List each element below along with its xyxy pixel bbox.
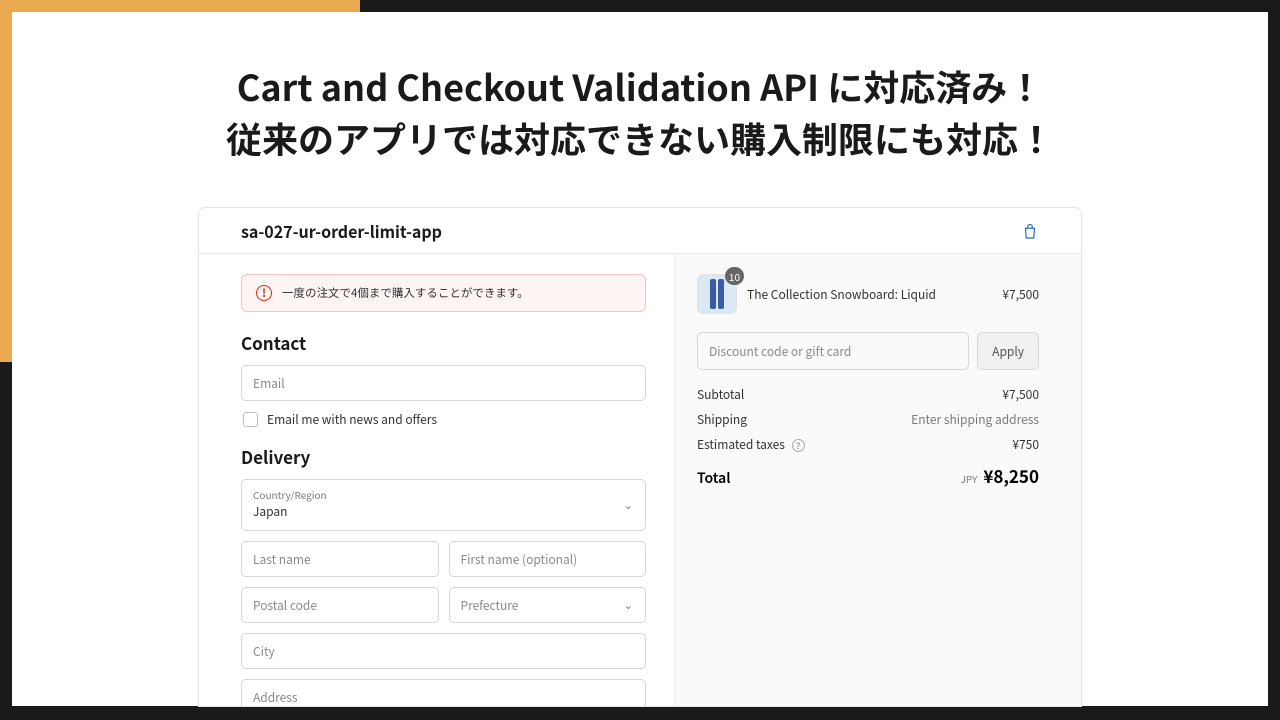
- first-name-field[interactable]: First name (optional): [449, 541, 647, 577]
- checkout-screenshot: sa-027-ur-order-limit-app ! 一度の注文で4個まで購入…: [198, 207, 1082, 707]
- city-field[interactable]: City: [241, 633, 646, 669]
- product-name: The Collection Snowboard: Liquid: [747, 286, 992, 303]
- country-label: Country/Region: [253, 490, 634, 500]
- headline-line-1: Cart and Checkout Validation API に対応済み！: [12, 60, 1268, 112]
- total-row: Total JPY¥8,250: [697, 463, 1039, 488]
- error-message: 一度の注文で4個まで購入することができます。: [282, 285, 529, 301]
- chevron-down-icon: ⌄: [624, 497, 633, 513]
- quantity-badge: 10: [725, 267, 744, 285]
- headline: Cart and Checkout Validation API に対応済み！ …: [12, 60, 1268, 164]
- product-thumbnail: 10: [697, 274, 737, 314]
- cart-line-item: 10 The Collection Snowboard: Liquid ¥7,5…: [697, 274, 1039, 314]
- email-placeholder: Email: [253, 375, 634, 392]
- address-field[interactable]: Address: [241, 679, 646, 707]
- country-value: Japan: [253, 503, 634, 520]
- order-summary-column: 10 The Collection Snowboard: Liquid ¥7,5…: [675, 254, 1081, 706]
- prefecture-select[interactable]: Prefecture ⌄: [449, 587, 647, 623]
- help-icon[interactable]: ?: [792, 439, 805, 452]
- email-field[interactable]: Email: [241, 365, 646, 401]
- subtotal-row: Subtotal ¥7,500: [697, 386, 1039, 403]
- headline-line-2: 従来のアプリでは対応できない購入制限にも対応！: [12, 112, 1268, 164]
- cart-bag-icon[interactable]: [1021, 222, 1039, 240]
- news-checkbox[interactable]: [243, 412, 258, 427]
- product-price: ¥7,500: [1002, 286, 1039, 303]
- apply-discount-button[interactable]: Apply: [977, 332, 1039, 370]
- delivery-heading: Delivery: [241, 444, 646, 469]
- validation-error-banner: ! 一度の注文で4個まで購入することができます。: [241, 274, 646, 312]
- checkout-header: sa-027-ur-order-limit-app: [199, 208, 1081, 254]
- discount-code-input[interactable]: Discount code or gift card: [697, 332, 969, 370]
- tax-row: Estimated taxes ? ¥750: [697, 436, 1039, 453]
- news-checkbox-label: Email me with news and offers: [267, 411, 437, 428]
- shipping-row: Shipping Enter shipping address: [697, 411, 1039, 428]
- country-select[interactable]: Country/Region Japan ⌄: [241, 479, 646, 531]
- postal-code-field[interactable]: Postal code: [241, 587, 439, 623]
- last-name-field[interactable]: Last name: [241, 541, 439, 577]
- slide: Cart and Checkout Validation API に対応済み！ …: [12, 12, 1268, 706]
- error-icon: !: [256, 285, 272, 301]
- shop-name: sa-027-ur-order-limit-app: [241, 219, 442, 243]
- checkout-form-column: ! 一度の注文で4個まで購入することができます。 Contact Email E…: [199, 254, 675, 706]
- chevron-down-icon: ⌄: [624, 597, 633, 613]
- contact-heading: Contact: [241, 330, 646, 355]
